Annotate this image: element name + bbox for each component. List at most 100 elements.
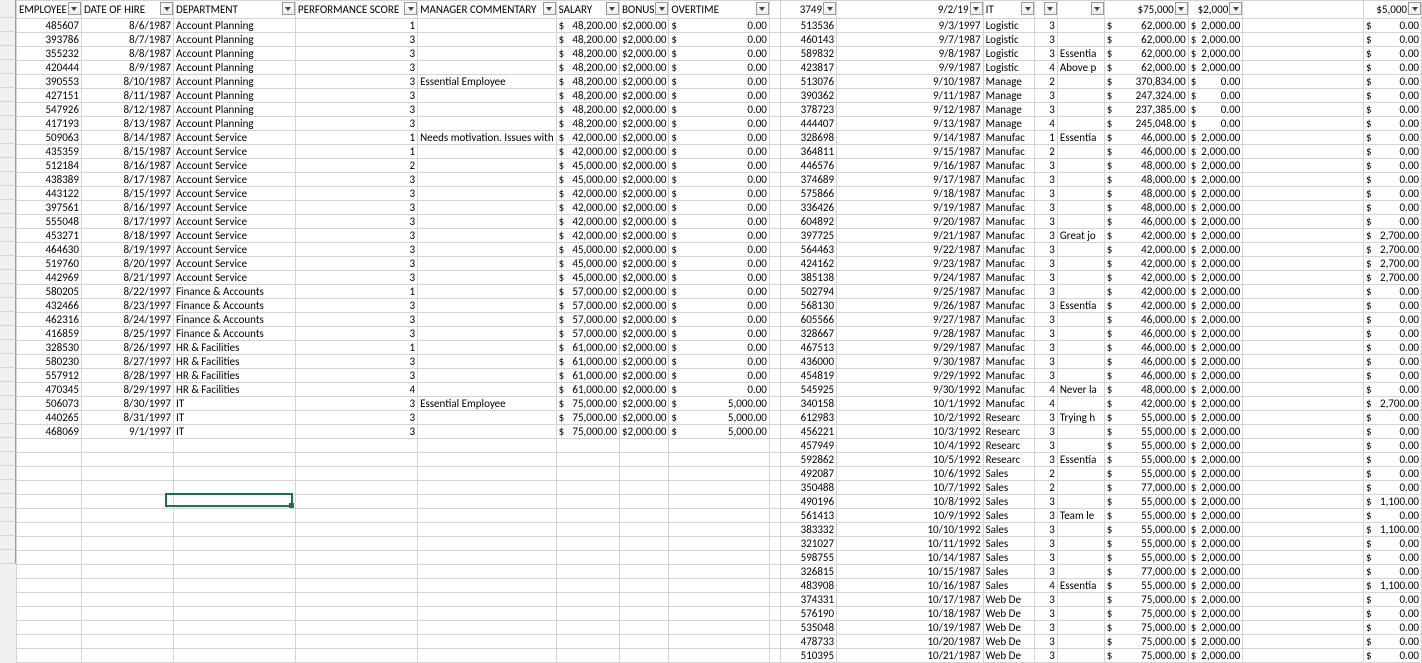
- cell[interactable]: [769, 89, 780, 103]
- cell[interactable]: 5,000.00: [669, 397, 769, 411]
- cell[interactable]: [418, 243, 557, 257]
- cell[interactable]: 4: [1035, 579, 1058, 593]
- cell[interactable]: 2,000.00: [1188, 355, 1243, 369]
- cell[interactable]: [1243, 649, 1364, 663]
- cell[interactable]: [1243, 439, 1364, 453]
- cell[interactable]: 48,200.00: [556, 47, 619, 61]
- cell[interactable]: [769, 607, 780, 621]
- cell[interactable]: [619, 621, 668, 635]
- cell[interactable]: 48,000.00: [1104, 159, 1188, 173]
- cell[interactable]: 3: [295, 117, 417, 131]
- cell[interactable]: 46,000.00: [1104, 215, 1188, 229]
- cell[interactable]: [418, 215, 557, 229]
- cell[interactable]: 61,000.00: [556, 369, 619, 383]
- cell[interactable]: [1057, 621, 1104, 635]
- cell[interactable]: [174, 593, 296, 607]
- cell[interactable]: 8/17/1987: [81, 173, 173, 187]
- cell[interactable]: 374689: [780, 173, 836, 187]
- cell[interactable]: 444407: [780, 117, 836, 131]
- column-header[interactable]: BONUS: [619, 1, 668, 19]
- cell[interactable]: 0.00: [1364, 649, 1422, 663]
- cell[interactable]: 3: [1035, 271, 1058, 285]
- cell[interactable]: [17, 467, 82, 481]
- cell[interactable]: 440265: [17, 411, 82, 425]
- cell[interactable]: 0.00: [1364, 537, 1422, 551]
- cell[interactable]: 2,000.00: [619, 327, 668, 341]
- cell[interactable]: 0.00: [1364, 285, 1422, 299]
- cell[interactable]: 1: [295, 145, 417, 159]
- cell[interactable]: [1057, 341, 1104, 355]
- cell[interactable]: 0.00: [1364, 299, 1422, 313]
- cell[interactable]: [1057, 145, 1104, 159]
- cell[interactable]: 0.00: [669, 271, 769, 285]
- cell[interactable]: 555048: [17, 215, 82, 229]
- filter-dropdown-icon[interactable]: [1175, 2, 1188, 15]
- cell[interactable]: [1243, 481, 1364, 495]
- cell[interactable]: Manufac: [983, 215, 1034, 229]
- cell[interactable]: Manufac: [983, 131, 1034, 145]
- cell[interactable]: [174, 495, 296, 509]
- cell[interactable]: 3: [1035, 285, 1058, 299]
- cell[interactable]: [769, 453, 780, 467]
- cell[interactable]: 2,000.00: [1188, 579, 1243, 593]
- cell[interactable]: 2,000.00: [1188, 327, 1243, 341]
- cell[interactable]: 0.00: [669, 75, 769, 89]
- cell[interactable]: [619, 481, 668, 495]
- cell[interactable]: [418, 341, 557, 355]
- cell[interactable]: [1243, 285, 1364, 299]
- cell[interactable]: 0.00: [669, 201, 769, 215]
- cell[interactable]: 416859: [17, 327, 82, 341]
- cell[interactable]: [418, 19, 557, 33]
- cell[interactable]: 0.00: [669, 47, 769, 61]
- cell[interactable]: [556, 607, 619, 621]
- cell[interactable]: 10/8/1992: [837, 495, 983, 509]
- cell[interactable]: Account Planning: [174, 75, 296, 89]
- cell[interactable]: Manufac: [983, 341, 1034, 355]
- cell[interactable]: 423817: [780, 61, 836, 75]
- cell[interactable]: Account Service: [174, 159, 296, 173]
- cell[interactable]: 3: [1035, 313, 1058, 327]
- cell[interactable]: [1243, 243, 1364, 257]
- cell[interactable]: 0.00: [1188, 103, 1243, 117]
- cell[interactable]: [556, 481, 619, 495]
- cell[interactable]: [769, 47, 780, 61]
- cell[interactable]: 10/19/1987: [837, 621, 983, 635]
- cell[interactable]: 605566: [780, 313, 836, 327]
- cell[interactable]: 8/15/1987: [81, 145, 173, 159]
- cell[interactable]: [418, 495, 557, 509]
- cell[interactable]: [81, 523, 173, 537]
- cell[interactable]: 502794: [780, 285, 836, 299]
- cell[interactable]: Sales: [983, 467, 1034, 481]
- cell[interactable]: 0.00: [669, 187, 769, 201]
- cell[interactable]: [295, 439, 417, 453]
- cell[interactable]: 10/9/1992: [837, 509, 983, 523]
- cell[interactable]: [556, 635, 619, 649]
- cell[interactable]: 9/19/1987: [837, 201, 983, 215]
- cell[interactable]: 9/22/1987: [837, 243, 983, 257]
- cell[interactable]: [1057, 607, 1104, 621]
- cell[interactable]: [1243, 355, 1364, 369]
- cell[interactable]: [1057, 397, 1104, 411]
- cell[interactable]: 247,324.00: [1104, 89, 1188, 103]
- cell[interactable]: 462316: [17, 313, 82, 327]
- cell[interactable]: 237,385.00: [1104, 103, 1188, 117]
- cell[interactable]: [174, 607, 296, 621]
- cell[interactable]: [1057, 103, 1104, 117]
- cell[interactable]: 8/8/1987: [81, 47, 173, 61]
- cell[interactable]: 513076: [780, 75, 836, 89]
- cell[interactable]: [769, 145, 780, 159]
- cell[interactable]: Sales: [983, 495, 1034, 509]
- cell[interactable]: Sales: [983, 509, 1034, 523]
- cell[interactable]: 0.00: [669, 33, 769, 47]
- cell[interactable]: [769, 201, 780, 215]
- cell[interactable]: [1243, 131, 1364, 145]
- cell[interactable]: 57,000.00: [556, 313, 619, 327]
- cell[interactable]: [556, 621, 619, 635]
- cell[interactable]: 340158: [780, 397, 836, 411]
- cell[interactable]: Manage: [983, 103, 1034, 117]
- cell[interactable]: 8/27/1997: [81, 355, 173, 369]
- cell[interactable]: 9/7/1987: [837, 33, 983, 47]
- column-header[interactable]: OVERTIME: [669, 1, 769, 19]
- cell[interactable]: 3: [295, 327, 417, 341]
- cell[interactable]: Finance & Accounts: [174, 285, 296, 299]
